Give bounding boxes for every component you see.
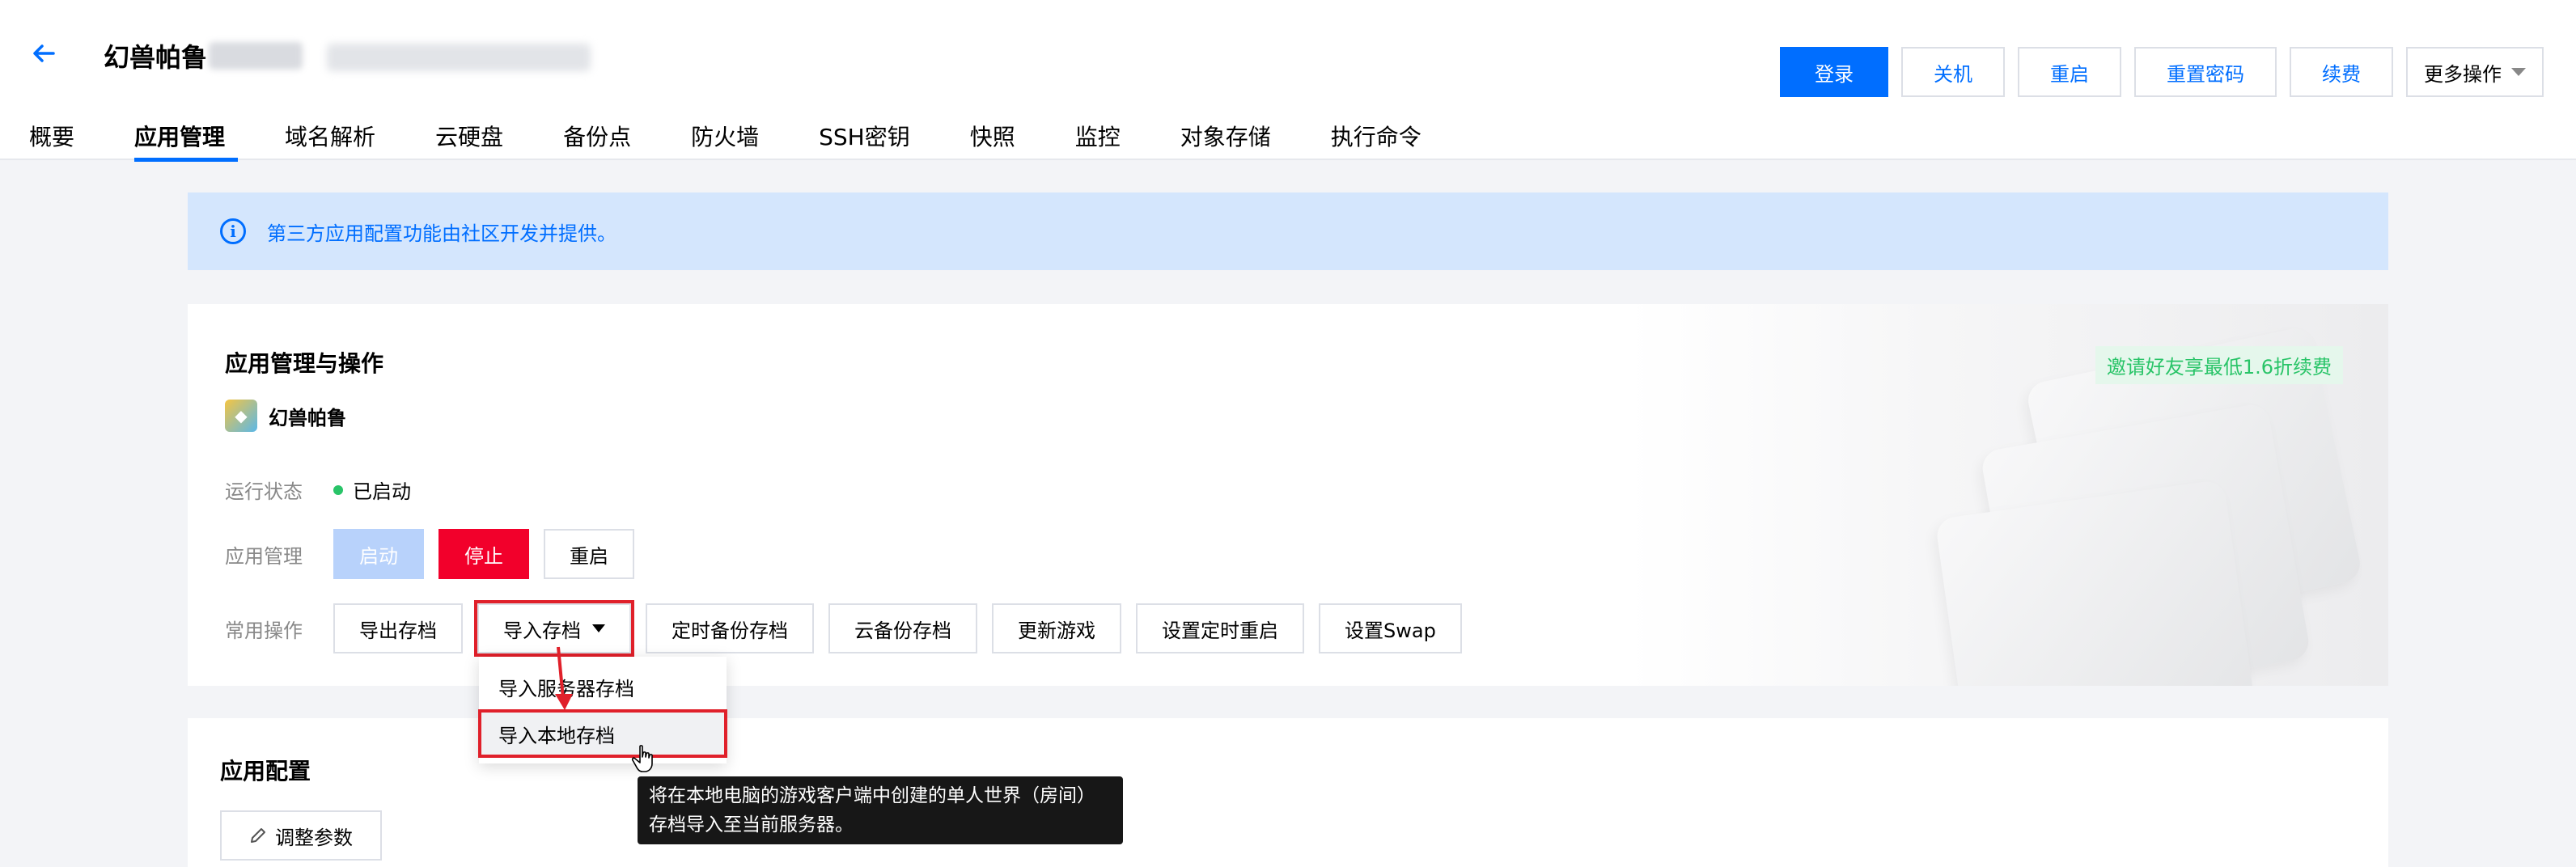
- export-save-button[interactable]: 导出存档: [333, 603, 463, 653]
- tab-monitor[interactable]: 监控: [1075, 120, 1121, 160]
- caret-down-icon: [592, 624, 605, 632]
- app-management-card: 应用管理与操作 ◆ 幻兽帕鲁 邀请好友享最低1.6折续费 运行状态 已启动 应用…: [188, 304, 2388, 686]
- hand-cursor-icon: [631, 745, 653, 772]
- redacted-instance-name: [209, 42, 303, 70]
- promo-badge[interactable]: 邀请好友享最低1.6折续费: [2095, 346, 2343, 384]
- more-actions-button[interactable]: 更多操作: [2406, 47, 2544, 97]
- tab-overview[interactable]: 概要: [29, 120, 74, 160]
- tab-ssh-keys[interactable]: SSH密钥: [819, 120, 910, 160]
- status-dot-icon: [333, 484, 343, 495]
- more-actions-label: 更多操作: [2424, 62, 2502, 86]
- import-save-label: 导入存档: [503, 619, 581, 642]
- app-identity: ◆ 幻兽帕鲁: [225, 400, 346, 432]
- scheduled-backup-button[interactable]: 定时备份存档: [646, 603, 814, 653]
- reset-password-button[interactable]: 重置密码: [2134, 47, 2277, 97]
- renew-button[interactable]: 续费: [2290, 47, 2393, 97]
- tab-run-command[interactable]: 执行命令: [1331, 120, 1421, 160]
- import-local-save-item[interactable]: 导入本地存档: [478, 709, 727, 758]
- chevron-down-icon: [2511, 68, 2526, 76]
- tab-cloud-disk[interactable]: 云硬盘: [435, 120, 503, 160]
- set-swap-button[interactable]: 设置Swap: [1319, 603, 1462, 653]
- manage-row: 应用管理 启动 停止 重启: [225, 529, 649, 579]
- tab-backup[interactable]: 备份点: [563, 120, 631, 160]
- restart-button[interactable]: 重启: [2018, 47, 2121, 97]
- page-title: 幻兽帕鲁: [104, 42, 208, 73]
- shutdown-button[interactable]: 关机: [1901, 47, 2005, 97]
- info-banner-text: 第三方应用配置功能由社区开发并提供。: [267, 222, 616, 245]
- update-game-button[interactable]: 更新游戏: [992, 603, 1121, 653]
- status-label: 运行状态: [225, 480, 303, 503]
- info-icon: i: [220, 218, 246, 244]
- import-server-save-item[interactable]: 导入服务器存档: [479, 663, 727, 710]
- start-button[interactable]: 启动: [333, 529, 424, 579]
- annotation-arrow-icon: [555, 646, 573, 710]
- manage-label: 应用管理: [225, 544, 303, 568]
- back-arrow-icon[interactable]: [29, 39, 58, 68]
- import-save-dropdown: 导入服务器存档 导入本地存档: [478, 657, 727, 763]
- app-logo-icon: ◆: [225, 400, 257, 432]
- common-ops-row: 常用操作 导出存档 导入存档 定时备份存档 云备份存档 更新游戏 设置定时重启 …: [225, 600, 1477, 657]
- adjust-params-label: 调整参数: [275, 826, 353, 849]
- scheduled-restart-button[interactable]: 设置定时重启: [1136, 603, 1304, 653]
- status-row: 运行状态 已启动: [225, 476, 411, 504]
- stop-button[interactable]: 停止: [439, 529, 529, 579]
- common-ops-label: 常用操作: [225, 619, 303, 642]
- tab-object-storage[interactable]: 对象存储: [1180, 120, 1271, 160]
- pencil-icon: [251, 828, 265, 843]
- status-value: 已启动: [353, 480, 411, 503]
- card-title: 应用管理与操作: [225, 350, 384, 377]
- tab-snapshot[interactable]: 快照: [970, 120, 1015, 160]
- app-name: 幻兽帕鲁: [269, 406, 346, 429]
- cloud-backup-button[interactable]: 云备份存档: [828, 603, 977, 653]
- app-restart-button[interactable]: 重启: [544, 529, 634, 579]
- adjust-params-button[interactable]: 调整参数: [220, 810, 382, 861]
- header-actions: 登录 关机 重启 重置密码 续费 更多操作: [1780, 47, 2544, 97]
- config-card-title: 应用配置: [220, 758, 311, 785]
- import-local-save-tooltip: 将在本地电脑的游戏客户端中创建的单人世界（房间）存档导入至当前服务器。: [638, 776, 1123, 844]
- tab-bar: 概要 应用管理 域名解析 云硬盘 备份点 防火墙 SSH密钥 快照 监控 对象存…: [29, 120, 1481, 162]
- page-header: 幻兽帕鲁 登录 关机 重启 重置密码 续费 更多操作 概要 应用管理 域名解析 …: [0, 0, 2576, 162]
- tab-dns[interactable]: 域名解析: [285, 120, 375, 160]
- info-banner: i 第三方应用配置功能由社区开发并提供。: [188, 192, 2388, 270]
- tab-firewall[interactable]: 防火墙: [691, 120, 759, 160]
- login-button[interactable]: 登录: [1780, 47, 1888, 97]
- redacted-instance-id: [327, 44, 591, 71]
- tab-app-management[interactable]: 应用管理: [134, 120, 239, 162]
